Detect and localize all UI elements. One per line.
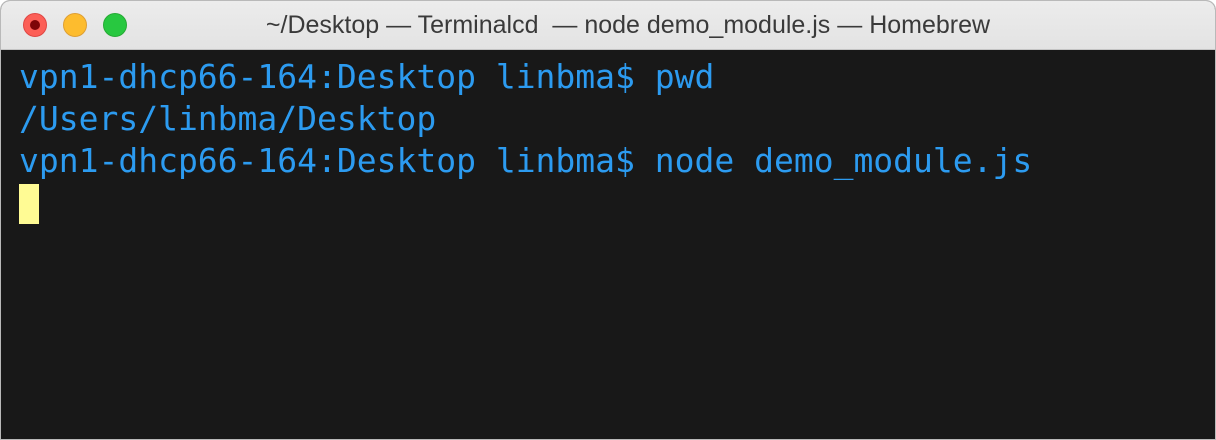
terminal-line: vpn1-dhcp66-164:Desktop linbma$ pwd [19,57,715,96]
terminal-line: /Users/linbma/Desktop [19,99,437,138]
folder-icon [226,13,256,95]
window-title: ~/Desktop — Terminalcd — node demo_modul… [1,1,1215,95]
terminal-line: vpn1-dhcp66-164:Desktop linbma$ node dem… [19,141,1033,180]
window-title-text: ~/Desktop — Terminalcd — node demo_modul… [265,10,991,39]
title-bar[interactable]: ~/Desktop — Terminalcd — node demo_modul… [1,1,1215,95]
terminal-window: ~/Desktop — Terminalcd — node demo_modul… [0,0,1216,440]
terminal-content[interactable]: vpn1-dhcp66-164:Desktop linbma$ pwd /Use… [1,50,1215,439]
text-cursor [19,184,39,224]
terminal-input-line[interactable] [19,182,1215,224]
